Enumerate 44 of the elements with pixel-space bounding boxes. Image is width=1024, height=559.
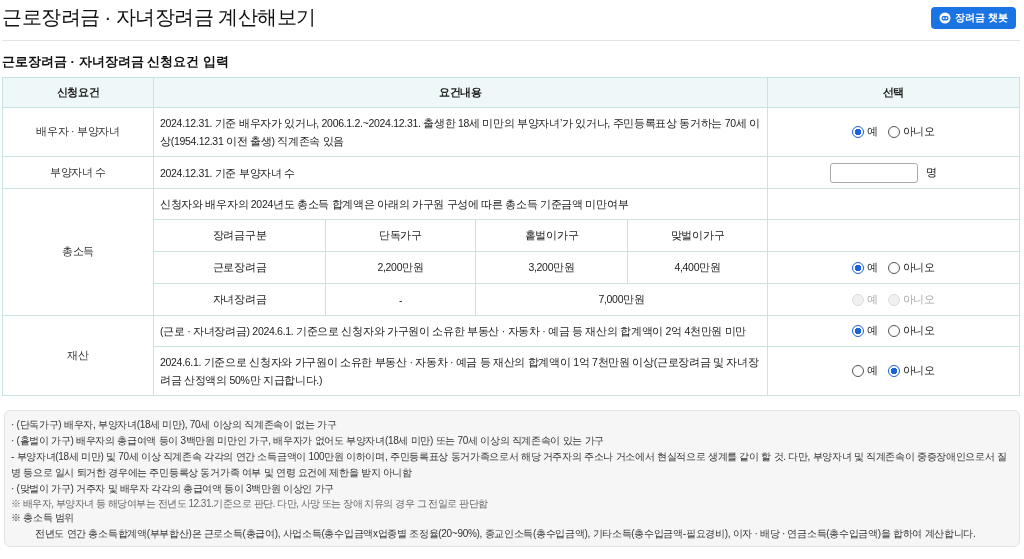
note-text: 전년도 연간 총소득합계액(부부합산)은 근로소득(총급여), 사업소득(총수입금액x업종별 조정율(20~90%), 종교인소득(총수입금액), 기타소득(총수입금액-필요경비), 이자 · 배당 · 연금소득(총수입금액)을 합하여 계산합니다. — [34, 527, 977, 541]
subtable-header: 장려금구분 — [153, 219, 326, 252]
page-title: 근로장려금 · 자녀장려금 계산해보기 — [2, 5, 316, 30]
table-cell: 7,000만원 — [475, 283, 768, 316]
count-input[interactable] — [830, 162, 919, 183]
section-title: 근로장려금 · 자녀장려금 신청요건 입력 — [2, 53, 230, 71]
table-cell: 4,400만원 — [627, 251, 768, 284]
note-text: - 부양자녀(18세 미만) 및 70세 이상 직계존속 각각의 연간 소득금액이 100만원 이하이며, 주민등록표상 동거가족으로서 해당 거주자의 주소나 거소에서 현실적으로 생계를 같이 할 것. 다만, 부양자녀 및 직계존속이 중증장애인으로서 질병 등으로 일시 퇴거한 경우에는 주민등록상 동거가족 여부 및 연령 요건에 제한을 받지 아니함 — [11, 450, 1008, 480]
radio-option[interactable]: 아니오 — [887, 364, 935, 378]
robot-icon — [939, 11, 952, 24]
subtable-header: 홑벌이가구 — [475, 219, 628, 252]
radio-option[interactable]: 예 — [852, 324, 878, 338]
requirement-label: 총소득 — [2, 188, 154, 316]
column-header: 요건내용 — [153, 77, 768, 108]
requirement-label: 배우자 · 부양자녀 — [2, 107, 154, 157]
note-text: ※ 배우자, 부양자녀 등 해당여부는 전년도 12.31.기준으로 판단. 다만, 사망 또는 장애 치유의 경우 그 전일로 판단함 — [11, 497, 489, 510]
unit-label: 명 — [926, 165, 937, 180]
requirement-label: 재산 — [2, 315, 154, 396]
radio-option[interactable]: 예 — [852, 364, 878, 378]
radio-option[interactable]: 아니오 — [887, 125, 935, 139]
table-cell: 자녀장려금 — [153, 283, 326, 316]
subtable-header: 단독가구 — [325, 219, 476, 252]
column-header: 선택 — [767, 77, 1020, 108]
note-text: · (홑벌이 가구) 배우자의 총급여액 등이 3백만원 미만인 가구, 배우자가 없어도 부양자녀(18세 미만) 또는 70세 이상의 직계존속이 있는 가구 — [11, 434, 605, 448]
radio-option[interactable]: 아니오 — [887, 260, 935, 275]
chatbot-button[interactable]: 장려금 챗봇 — [931, 6, 1016, 29]
requirement-text: 신청자와 배우자의 2024년도 총소득 합계액은 아래의 가구원 구성에 따른 총소득 기준금액 미만여부 — [153, 188, 768, 220]
requirement-text: 2024.12.31. 기준 부양자녀 수 — [153, 156, 768, 189]
requirement-text: 2024.12.31. 기준 배우자가 있거나, 2006.1.2.~2024.12.31. 출생한 18세 미만의 부양자녀’가 있거나, 주민등록표상 동거하는 70세 이상(1954.12.31 이전 출생) 직계존속 있음 — [153, 107, 768, 157]
table-cell: 3,200만원 — [475, 251, 628, 284]
table-cell: - — [325, 283, 476, 316]
note-text: · (맞벌이 가구) 거주자 및 배우자 각각의 총급여액 등이 3백만원 이상인 가구 — [11, 482, 335, 496]
subtable-header: 맞벌이가구 — [627, 219, 768, 252]
radio-option[interactable]: 아니오 — [887, 324, 935, 338]
column-header: 신청요건 — [2, 77, 154, 108]
note-text: · (단독가구) 배우자, 부양자녀(18세 미만), 70세 이상의 직계존속이 없는 가구 — [11, 418, 338, 432]
note-text: ※ 총소득 범위 — [11, 511, 76, 525]
requirement-text: (근로 · 자녀장려금) 2024.6.1. 기준으로 신청자와 가구원이 소유한 부동산 · 자동차 · 예금 등 재산의 합계액이 2억 4천만원 미만 — [153, 315, 768, 347]
radio-option[interactable]: 예 — [852, 125, 878, 139]
radio-option[interactable]: 예 — [852, 260, 878, 275]
requirement-text: 2024.6.1. 기준으로 신청자와 가구원이 소유한 부동산 · 자동차 · 예금 등 재산의 합계액이 1억 7천만원 이상(근로장려금 및 자녀장려금 산정액의 50%만 지급합니다.) — [153, 346, 768, 396]
table-cell: 근로장려금 — [153, 251, 326, 284]
requirement-label: 부양자녀 수 — [2, 156, 154, 189]
table-cell: 2,200만원 — [325, 251, 476, 284]
